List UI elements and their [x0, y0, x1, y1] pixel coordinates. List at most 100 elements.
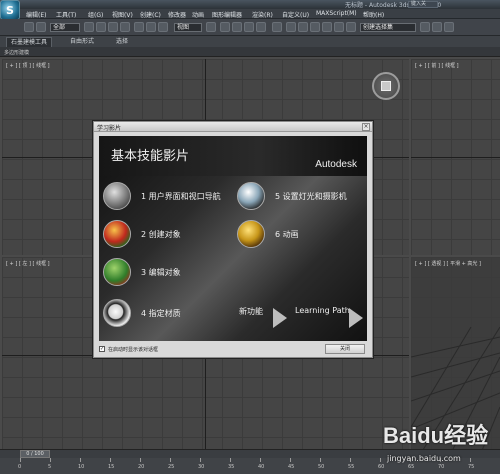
align-icon[interactable] — [298, 22, 308, 32]
timeline-tick-label: 45 — [288, 464, 295, 470]
learning-movies-dialog: 学习影片 × 基本技能影片 Autodesk 1 用户界面和视口导航 2 创建对… — [93, 121, 373, 358]
select-and-rotate-icon[interactable] — [146, 22, 156, 32]
percent-snap-icon[interactable] — [244, 22, 254, 32]
edit-named-selection-icon[interactable] — [272, 22, 282, 32]
viewcube-icon[interactable] — [372, 72, 400, 100]
help-search-input[interactable]: 键入关 — [408, 1, 438, 8]
time-slider[interactable]: 0 / 100 — [20, 450, 50, 458]
dialog-heading: 基本技能影片 — [111, 149, 190, 164]
video-link-create-objects[interactable]: 2 创建对象 — [103, 220, 223, 248]
main-toolbar: 全部 视图 创建选择集 — [0, 19, 500, 36]
menu-help[interactable]: 帮助(H) — [363, 10, 384, 19]
layer-manager-icon[interactable] — [310, 22, 320, 32]
material-editor-icon[interactable] — [346, 22, 356, 32]
viewport-perspective-label[interactable]: [ + ] [ 透视 ] [ 平滑 + 高光 ] — [415, 260, 481, 267]
named-selection-sets-dropdown[interactable]: 创建选择集 — [360, 23, 416, 32]
viewport-left-label[interactable]: [ + ] [ 左 ] [ 线框 ] — [6, 260, 50, 267]
autodesk-logo: Autodesk — [315, 159, 357, 170]
learning-path-label: Learning Path — [295, 306, 350, 315]
redo-icon[interactable] — [36, 22, 46, 32]
timeline-tick-label: 30 — [198, 464, 205, 470]
learning-path-button[interactable]: Learning Path — [295, 304, 367, 328]
baidu-logo: Baidu经验 — [383, 423, 489, 448]
viewport-top-label[interactable]: [ + ] [ 顶 ] [ 线框 ] — [6, 62, 50, 69]
tab-selection[interactable]: 选择 — [112, 37, 132, 47]
pivot-center-icon[interactable] — [206, 22, 216, 32]
new-features-label: 新功能 — [239, 307, 263, 316]
video-link-edit-objects[interactable]: 3 编辑对象 — [103, 258, 223, 286]
assign-materials-icon — [103, 299, 131, 327]
menu-maxscript[interactable]: MAXScript(M) — [316, 10, 357, 17]
show-on-startup-checkbox[interactable]: ✓ — [99, 346, 105, 352]
viewport-front-label[interactable]: [ + ] [ 前 ] [ 线框 ] — [415, 62, 459, 69]
lights-cameras-icon — [237, 182, 265, 210]
timeline-tick — [200, 458, 201, 462]
tab-graphite-modeling[interactable]: 石墨建模工具 — [6, 37, 53, 47]
tab-freeform[interactable]: 自由形式 — [66, 37, 98, 47]
edit-objects-icon — [103, 258, 131, 286]
video-link-assign-materials[interactable]: 4 指定材质 — [103, 299, 223, 327]
video-link-lights-cameras[interactable]: 5 设置灯光和摄影机 — [237, 182, 357, 210]
timeline-tick-label: 15 — [108, 464, 115, 470]
menu-views[interactable]: 视图(V) — [112, 10, 133, 19]
timeline-tick — [170, 458, 171, 462]
timeline-tick — [80, 458, 81, 462]
select-and-scale-icon[interactable] — [158, 22, 168, 32]
rendered-frame-window-icon[interactable] — [432, 22, 442, 32]
angle-snap-icon[interactable] — [232, 22, 242, 32]
video-label: 3 编辑对象 — [141, 268, 181, 277]
new-features-button[interactable]: 新功能 — [239, 304, 299, 328]
schematic-view-icon[interactable] — [334, 22, 344, 32]
rectangular-selection-icon[interactable] — [108, 22, 118, 32]
menu-animation[interactable]: 动画 — [192, 10, 204, 19]
dialog-footer: ✓ 在启动时显示该对话框 关闭 — [97, 344, 369, 356]
select-and-move-icon[interactable] — [134, 22, 144, 32]
menu-create[interactable]: 创建(C) — [140, 10, 161, 19]
menu-customize[interactable]: 自定义(U) — [282, 10, 309, 19]
video-link-animation[interactable]: 6 动画 — [237, 220, 357, 248]
mirror-icon[interactable] — [286, 22, 296, 32]
video-label: 1 用户界面和视口导航 — [141, 192, 221, 201]
render-production-icon[interactable] — [444, 22, 454, 32]
timeline-tick — [290, 458, 291, 462]
snaps-toggle-icon[interactable] — [220, 22, 230, 32]
menu-group[interactable]: 组(G) — [88, 10, 103, 19]
title-bar: 无标题 - Autodesk 3ds Max 2010 键入关 — [0, 0, 500, 9]
select-by-name-icon[interactable] — [96, 22, 106, 32]
timeline-tick-label: 40 — [258, 464, 265, 470]
menu-edit[interactable]: 编辑(E) — [26, 10, 46, 19]
watermark-site: jingyan.baidu.com — [387, 454, 461, 463]
spinner-snap-icon[interactable] — [256, 22, 266, 32]
render-setup-icon[interactable] — [420, 22, 430, 32]
timeline-tick — [20, 458, 21, 462]
menu-bar: 编辑(E) 工具(T) 组(G) 视图(V) 创建(C) 修改器 动画 图形编辑… — [20, 9, 500, 19]
timeline-tick-label: 55 — [348, 464, 355, 470]
timeline-tick — [50, 458, 51, 462]
menu-modifiers[interactable]: 修改器 — [168, 10, 186, 19]
menu-tools[interactable]: 工具(T) — [56, 10, 76, 19]
timeline-tick — [380, 458, 381, 462]
viewport-front[interactable]: [ + ] [ 前 ] [ 线框 ] — [411, 59, 500, 255]
video-link-ui-navigation[interactable]: 1 用户界面和视口导航 — [103, 182, 223, 210]
window-crossing-icon[interactable] — [120, 22, 130, 32]
menu-graph-editors[interactable]: 图形编辑器 — [212, 10, 242, 19]
play-arrow-icon — [349, 308, 363, 328]
close-button[interactable]: 关闭 — [325, 344, 365, 354]
polygon-modeling-label[interactable]: 多边形建模 — [4, 49, 29, 56]
close-icon[interactable]: × — [362, 123, 370, 131]
undo-icon[interactable] — [24, 22, 34, 32]
dialog-content: 基本技能影片 Autodesk 1 用户界面和视口导航 2 创建对象 3 编辑对… — [99, 136, 367, 341]
select-object-icon[interactable] — [84, 22, 94, 32]
timeline-tick-label: 10 — [78, 464, 85, 470]
curve-editor-icon[interactable] — [322, 22, 332, 32]
animation-icon — [237, 220, 265, 248]
timeline-tick-label: 50 — [318, 464, 325, 470]
selection-filter-dropdown[interactable]: 全部 — [50, 23, 80, 32]
timeline-tick-label: 35 — [228, 464, 235, 470]
timeline-tick-label: 20 — [138, 464, 145, 470]
menu-rendering[interactable]: 渲染(R) — [252, 10, 273, 19]
reference-coordinate-dropdown[interactable]: 视图 — [174, 23, 202, 32]
timeline-tick — [110, 458, 111, 462]
application-button-icon[interactable]: S — [0, 0, 20, 20]
video-label: 2 创建对象 — [141, 230, 181, 239]
